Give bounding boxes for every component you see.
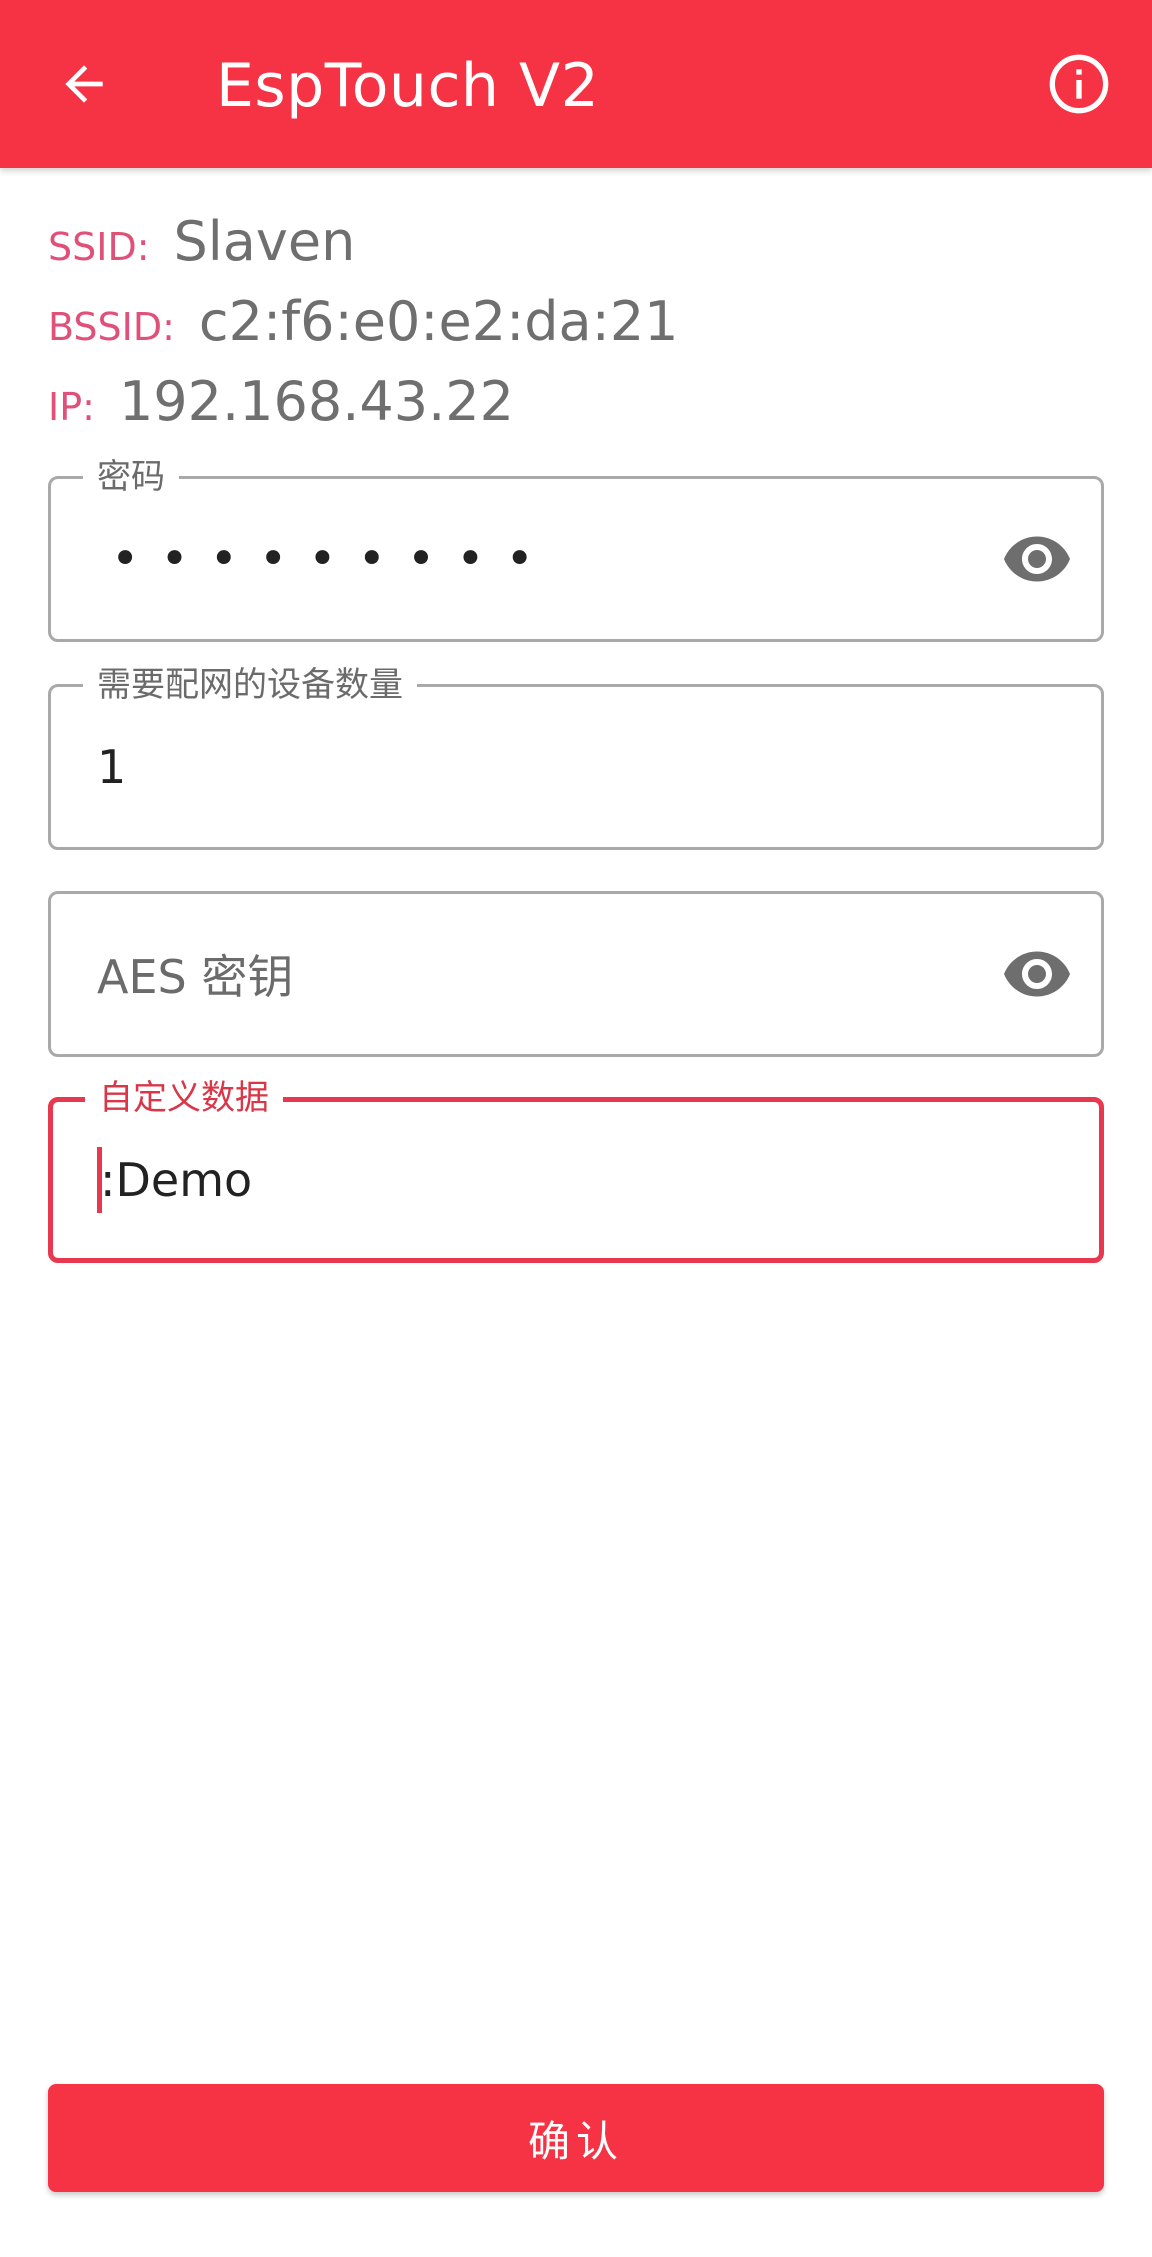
ip-label: IP: bbox=[48, 385, 95, 429]
ssid-label: SSID: bbox=[48, 225, 150, 269]
ip-row: IP: 192.168.43.22 bbox=[48, 370, 514, 433]
arrow-left-icon bbox=[65, 65, 103, 103]
aes-key-placeholder: AES 密钥 bbox=[97, 950, 294, 1004]
aes-key-visibility-toggle[interactable] bbox=[1001, 938, 1073, 1010]
custom-data-value: :Demo bbox=[100, 1153, 253, 1207]
ssid-value: Slaven bbox=[173, 210, 356, 273]
eye-icon bbox=[1004, 536, 1070, 582]
bssid-label: BSSID: bbox=[48, 305, 175, 349]
password-visibility-toggle[interactable] bbox=[1001, 523, 1073, 595]
custom-data-input[interactable]: :Demo bbox=[97, 1102, 252, 1258]
app-bar: EspTouch V2 bbox=[0, 0, 1152, 168]
bssid-row: BSSID: c2:f6:e0:e2:da:21 bbox=[48, 290, 679, 353]
ssid-row: SSID: Slaven bbox=[48, 210, 355, 273]
device-count-value: 1 bbox=[97, 740, 127, 794]
info-circle-icon bbox=[1049, 54, 1109, 114]
app-title: EspTouch V2 bbox=[216, 51, 600, 121]
eye-icon bbox=[1004, 951, 1070, 997]
info-button[interactable] bbox=[1039, 44, 1119, 124]
device-count-field[interactable]: 需要配网的设备数量 1 bbox=[48, 665, 1104, 850]
custom-data-field[interactable]: 自定义数据 :Demo bbox=[48, 1078, 1104, 1263]
aes-key-field[interactable]: AES 密钥 bbox=[48, 891, 1104, 1057]
back-button[interactable] bbox=[44, 44, 124, 124]
device-count-label: 需要配网的设备数量 bbox=[83, 665, 417, 705]
bssid-value: c2:f6:e0:e2:da:21 bbox=[198, 290, 679, 353]
password-field[interactable]: 密码 ••••••••• bbox=[48, 457, 1104, 642]
password-value: ••••••••• bbox=[111, 531, 555, 587]
confirm-button[interactable]: 确认 bbox=[48, 2084, 1104, 2192]
ip-value: 192.168.43.22 bbox=[118, 370, 514, 433]
